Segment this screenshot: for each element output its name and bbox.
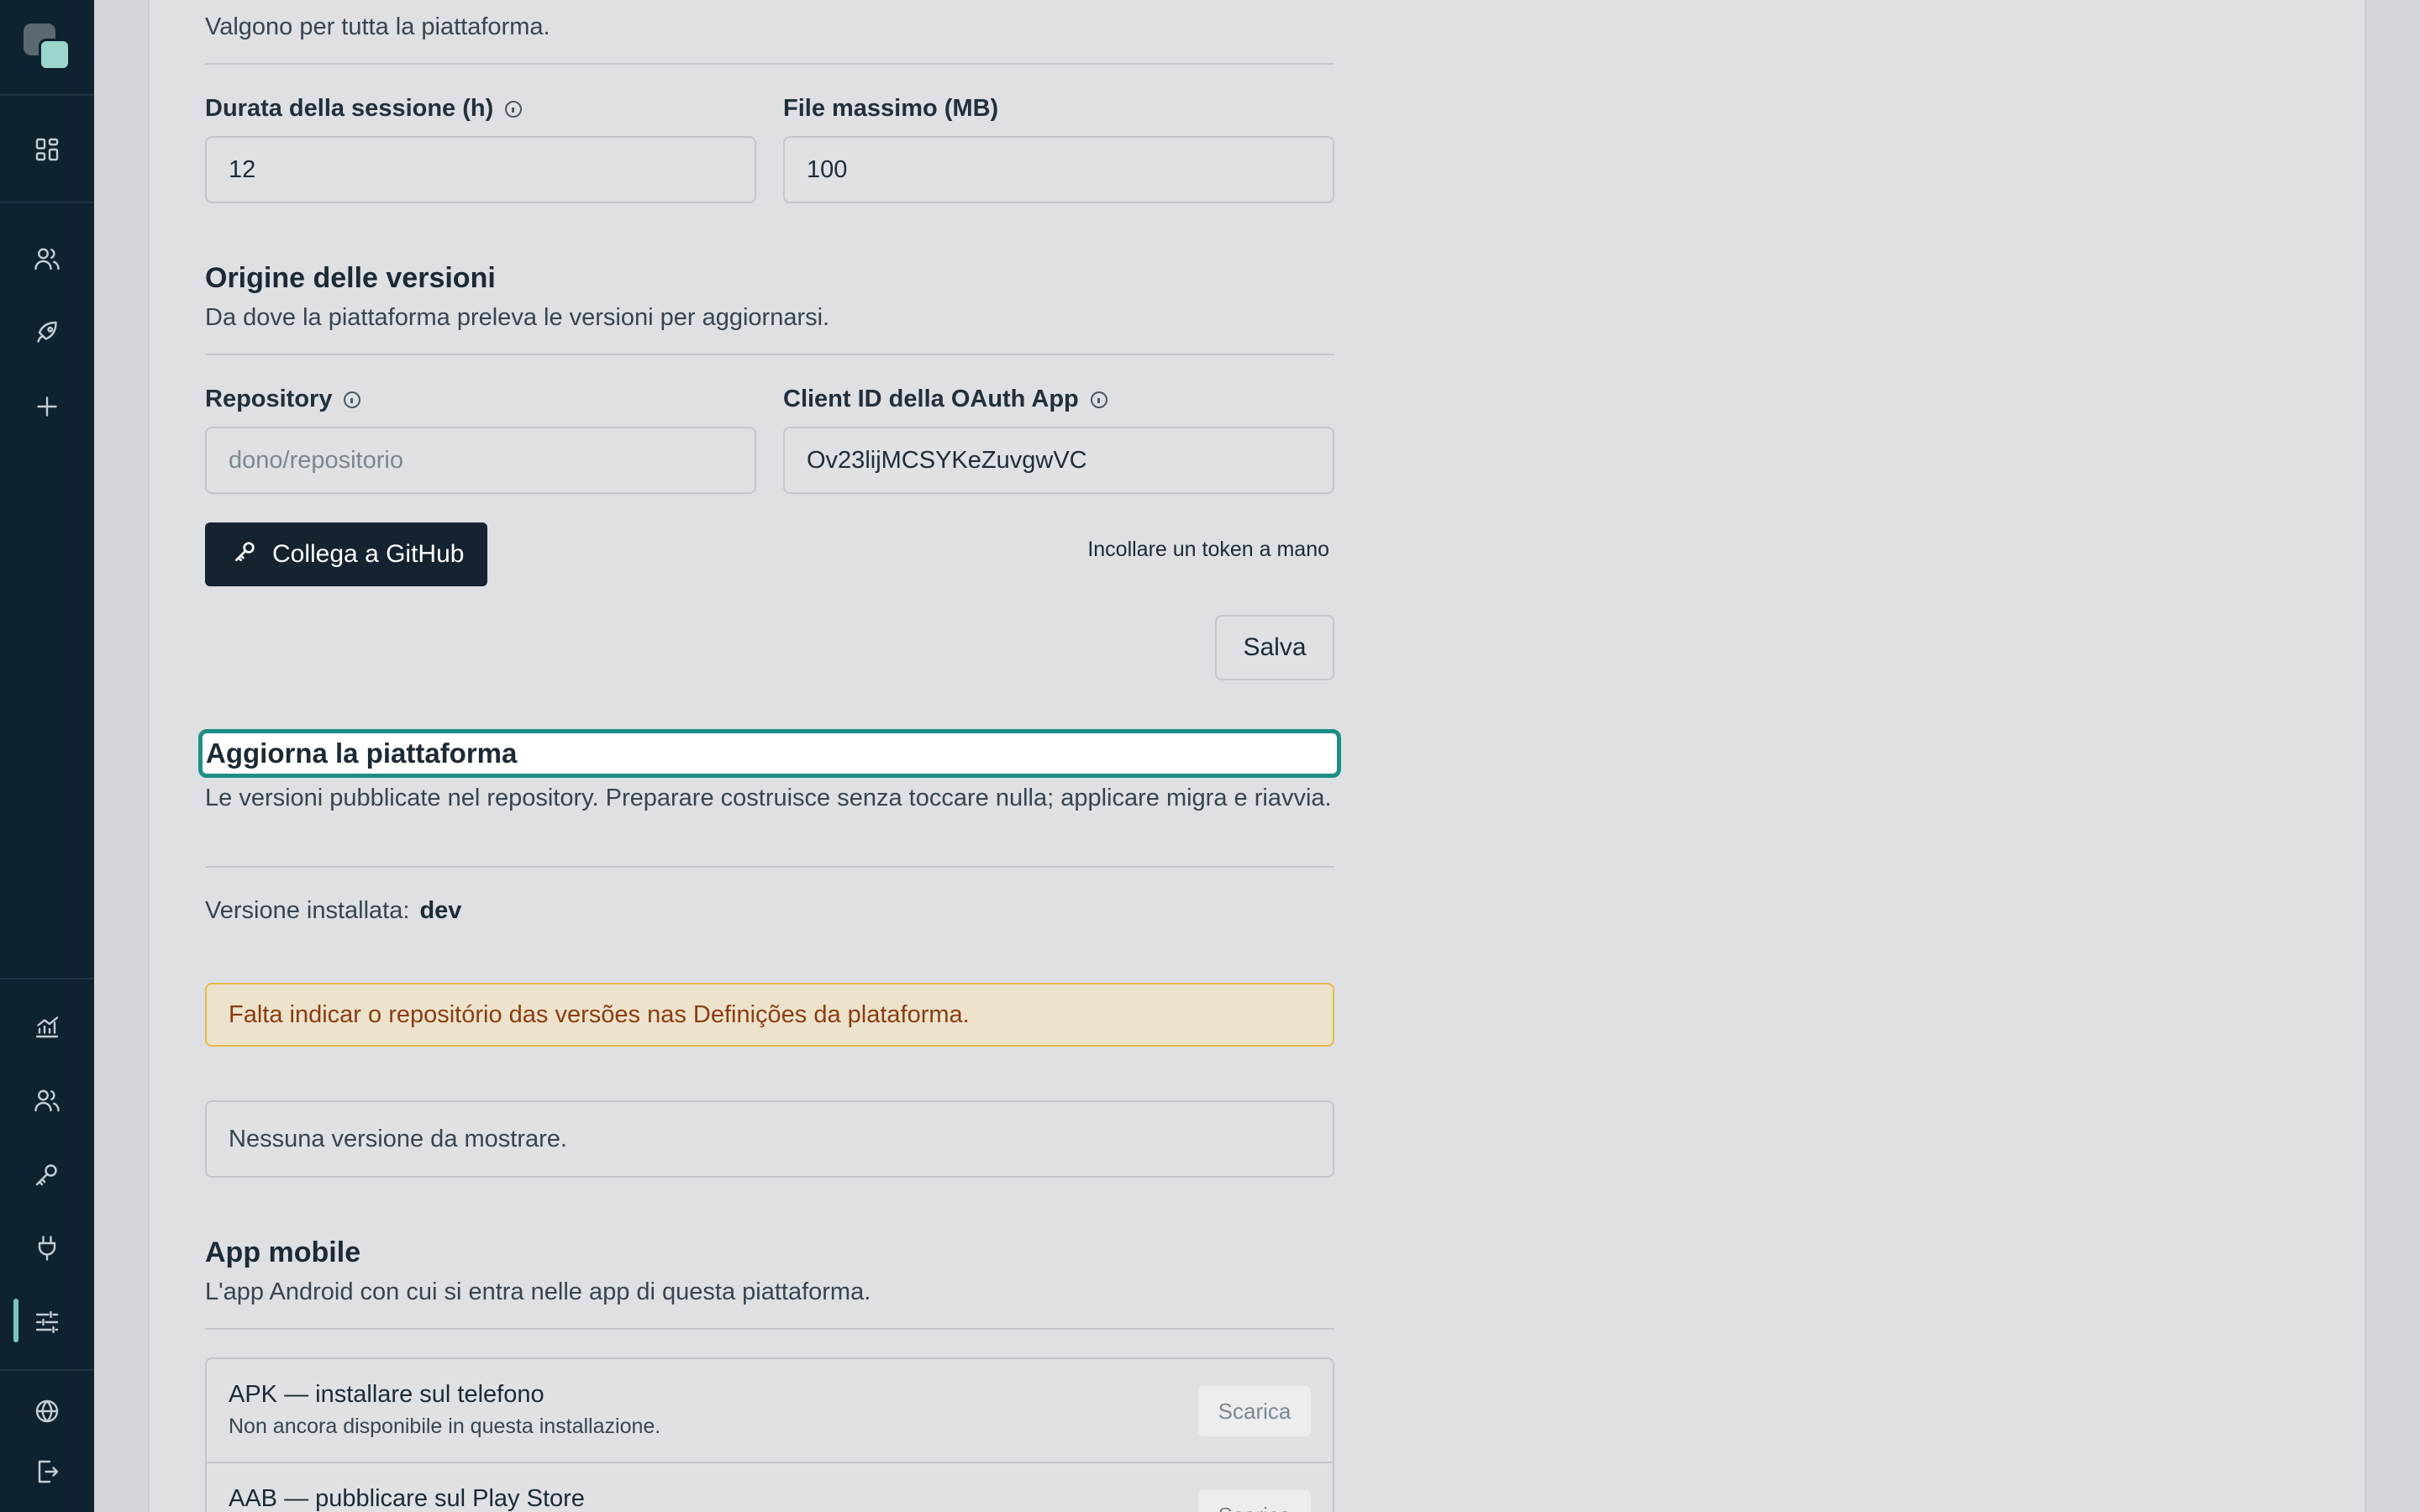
users-icon[interactable] [30,242,64,276]
session-duration-input[interactable]: 12 [205,136,756,203]
users-icon[interactable] [30,1084,64,1117]
origin-title: Origine delle versioni [205,262,496,294]
sidebar-divider [0,202,94,203]
download-button[interactable]: Scarica [1198,1490,1311,1512]
manual-token-link[interactable]: Incollare un token a mano [1065,538,1329,562]
divider [205,354,1334,355]
connect-github-button[interactable]: Collega a GitHub [205,522,487,586]
info-icon[interactable] [344,391,361,408]
list-item-title: AAB — pubblicare sul Play Store [229,1485,585,1512]
client-id-label-text: Client ID della OAuth App [783,386,1079,412]
divider [205,63,1334,65]
list-item: AAB — pubblicare sul Play Store Scarica [207,1462,1333,1512]
plus-icon[interactable] [30,390,64,423]
origin-description: Da dove la piattaforma preleva le versio… [205,304,830,331]
connect-github-label: Collega a GitHub [272,540,465,568]
sidebar-divider [0,978,94,979]
plug-icon[interactable] [30,1231,64,1265]
active-indicator [13,1299,18,1342]
app-logo[interactable] [24,24,71,71]
installed-version-value: dev [419,897,462,924]
logout-icon[interactable] [30,1455,64,1488]
max-file-label-text: File massimo (MB) [783,95,999,122]
session-duration-label: Durata della sessione (h) [205,95,523,123]
divider [205,1328,1334,1330]
info-icon[interactable] [505,100,523,118]
repository-label-text: Repository [205,386,333,412]
divider [205,866,1334,868]
sidebar [0,0,94,1512]
max-file-input[interactable]: 100 [783,136,1334,203]
session-duration-label-text: Durata della sessione (h) [205,95,494,122]
versions-empty-state: Nessuna versione da mostrare. [205,1100,1334,1178]
list-item-title: APK — installare sul telefono [229,1381,544,1408]
globe-icon[interactable] [30,1394,64,1428]
list-item: APK — installare sul telefono Non ancora… [207,1359,1333,1462]
settings-panel: Valgono per tutta la piattaforma. Durata… [148,0,2366,1512]
update-title: Aggiorna la piattaforma [198,729,1341,778]
chart-icon[interactable] [30,1010,64,1043]
sliders-icon[interactable] [30,1305,64,1339]
max-file-label: File massimo (MB) [783,95,998,123]
download-button[interactable]: Scarica [1198,1386,1311,1436]
client-id-label: Client ID della OAuth App [783,386,1107,413]
key-icon[interactable] [30,1158,64,1191]
sidebar-divider [0,94,94,96]
repository-input[interactable]: dono/repositorio [205,427,756,494]
key-icon [232,538,259,571]
rocket-icon[interactable] [30,316,64,349]
general-description: Valgono per tutta la piattaforma. [205,13,550,40]
save-button[interactable]: Salva [1215,615,1334,680]
sidebar-divider [0,1369,94,1371]
dashboard-icon[interactable] [30,133,64,166]
mobile-downloads-list: APK — installare sul telefono Non ancora… [205,1357,1334,1512]
installed-version: Versione installata: dev [205,897,461,925]
list-item-subtitle: Non ancora disponibile in questa install… [229,1415,661,1438]
installed-version-label: Versione installata: [205,897,410,924]
warning-alert: Falta indicar o repositório das versões … [205,983,1334,1047]
mobile-title: App mobile [205,1236,361,1268]
info-icon[interactable] [1090,391,1107,408]
mobile-description: L'app Android con cui si entra nelle app… [205,1278,871,1305]
client-id-input[interactable]: Ov23lijMCSYKeZuvgwVC [783,427,1334,494]
repository-label: Repository [205,386,361,413]
update-description: Le versioni pubblicate nel repository. P… [205,785,1332,811]
